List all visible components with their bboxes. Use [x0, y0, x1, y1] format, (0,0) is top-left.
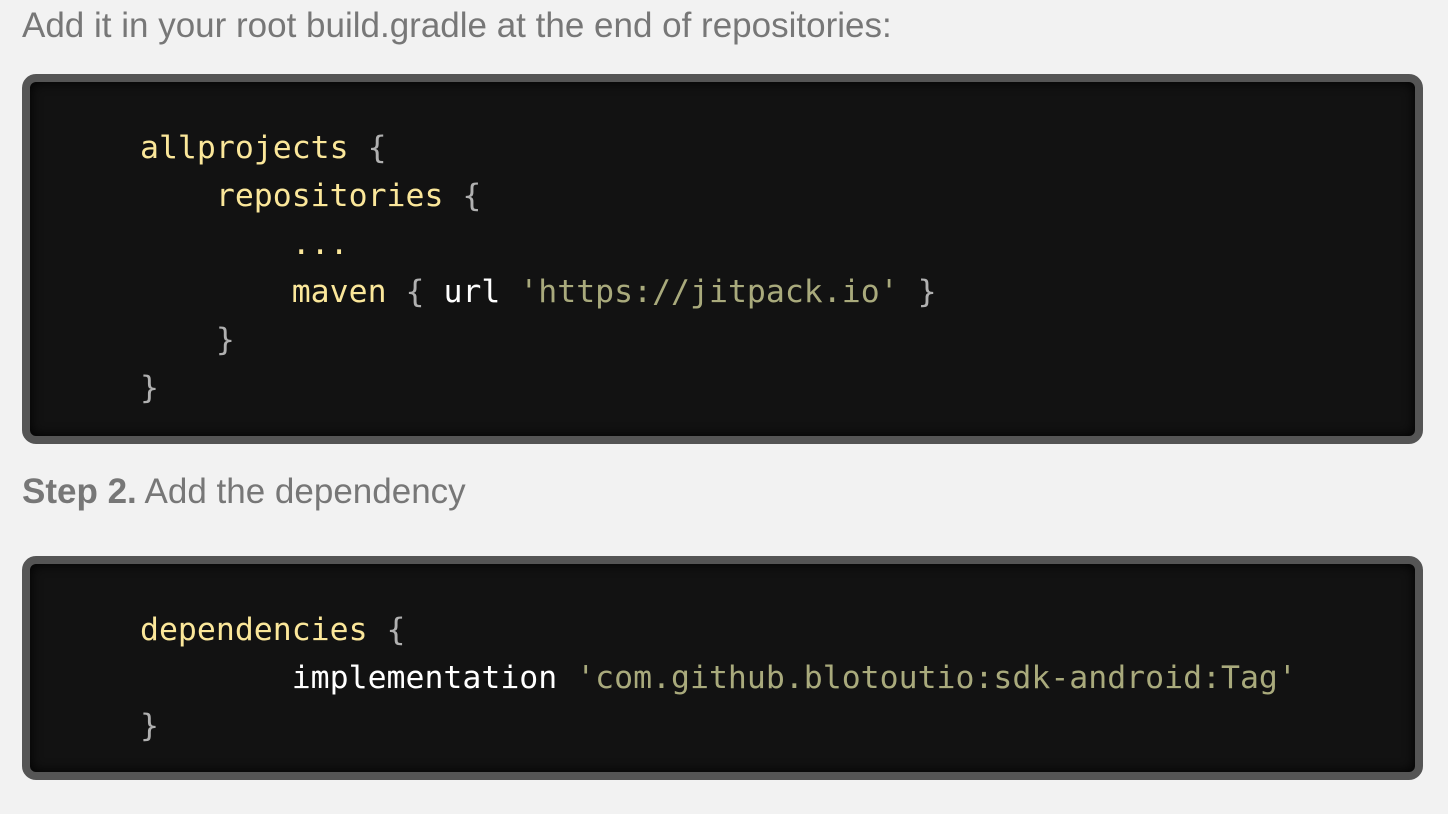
brace: } [917, 274, 937, 310]
brace: { [386, 612, 406, 648]
code-maven: maven [291, 274, 387, 310]
intro-text: Add it in your root build.gradle at the … [22, 6, 892, 45]
code-url-value: 'https://jitpack.io' [519, 274, 899, 310]
code-repositories: repositories [215, 178, 444, 214]
step2-label: Step 2. [22, 472, 137, 511]
code-url: url [443, 274, 501, 310]
brace: } [140, 370, 159, 406]
code-block-dependencies: dependencies { implementation 'com.githu… [22, 556, 1423, 780]
code-ellipsis: ... [291, 226, 349, 262]
code-dependencies: dependencies [140, 612, 368, 648]
brace: { [405, 274, 425, 310]
code-artifact: 'com.github.blotoutio:sdk-android:Tag' [576, 660, 1297, 696]
brace: { [367, 130, 387, 166]
code-allprojects: allprojects [140, 130, 349, 166]
brace: { [462, 178, 482, 214]
code-implementation: implementation [291, 660, 558, 696]
brace: } [215, 322, 235, 358]
step2-heading: Step 2. Add the dependency [22, 472, 466, 512]
brace: } [140, 708, 159, 744]
code-block-repositories: allprojects { repositories { ... maven {… [22, 74, 1423, 444]
step2-text: Add the dependency [136, 472, 466, 511]
